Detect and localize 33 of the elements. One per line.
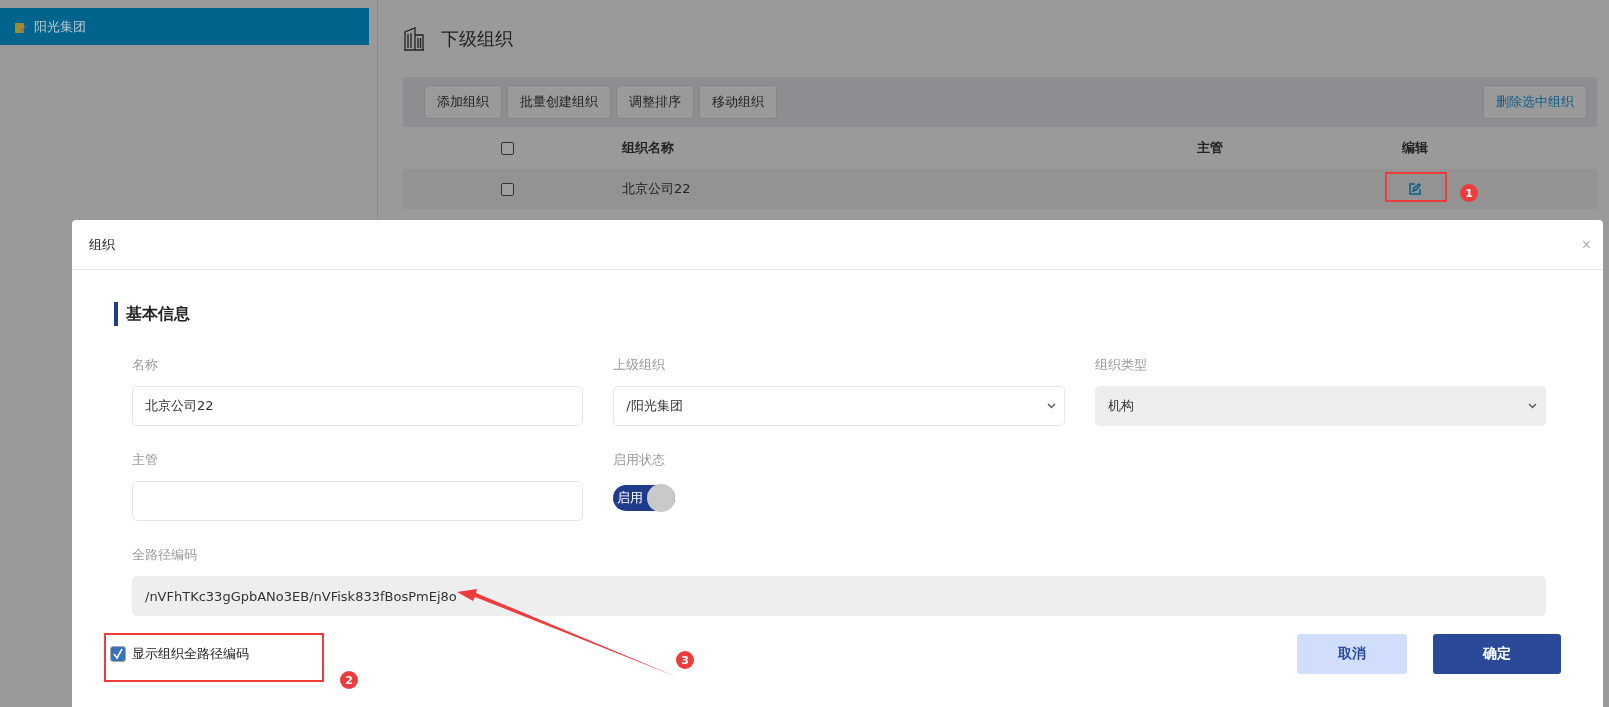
toolbar-button[interactable]: 批量创建组织 xyxy=(507,85,611,119)
toggle-switch[interactable]: 启用 xyxy=(613,485,676,511)
input-field: /nVFhTKc33gGpbANo3EB/nVFisk833fBosPmEj8o xyxy=(132,576,1546,616)
toolbar-button[interactable]: 添加组织 xyxy=(424,85,502,119)
dialog-title: 组织 xyxy=(89,235,115,254)
toolbar-button[interactable]: 移动组织 xyxy=(699,85,777,119)
building-icon xyxy=(403,26,425,51)
highlight-frame xyxy=(1385,172,1447,202)
column-header: 编辑 xyxy=(1402,139,1428,157)
field-label: 组织类型 xyxy=(1094,356,1147,374)
row-checkbox[interactable] xyxy=(500,182,514,196)
checkmark-icon xyxy=(112,648,124,660)
field-label: 主管 xyxy=(132,451,158,469)
field-label: 全路径编码 xyxy=(132,546,197,564)
chevron-down-icon xyxy=(1046,403,1056,409)
confirm-button[interactable]: 确定 xyxy=(1433,634,1561,674)
input-field[interactable]: 北京公司22 xyxy=(132,386,584,426)
field-label: 上级组织 xyxy=(613,356,666,374)
table-cell: 北京公司22 xyxy=(622,181,691,196)
select-field[interactable]: /阳光集团 xyxy=(613,386,1065,426)
field-label: 名称 xyxy=(132,356,158,374)
column-header: 组织名称 xyxy=(622,140,674,155)
section-title: 基本信息 xyxy=(114,302,1546,326)
input-field[interactable] xyxy=(132,481,584,521)
cancel-button[interactable]: 取消 xyxy=(1297,634,1407,674)
checkbox[interactable]: 显示组织全路径编码 xyxy=(110,645,249,663)
page-title: 下级组织 xyxy=(441,26,513,51)
field-label: 启用状态 xyxy=(613,451,666,469)
sidebar-item[interactable]: 阳光集团 xyxy=(0,8,369,45)
select-all-checkbox[interactable] xyxy=(500,141,514,155)
chevron-down-icon xyxy=(1528,403,1537,409)
column-header: 主管 xyxy=(1197,139,1223,157)
toolbar-button[interactable]: 调整排序 xyxy=(616,85,694,119)
